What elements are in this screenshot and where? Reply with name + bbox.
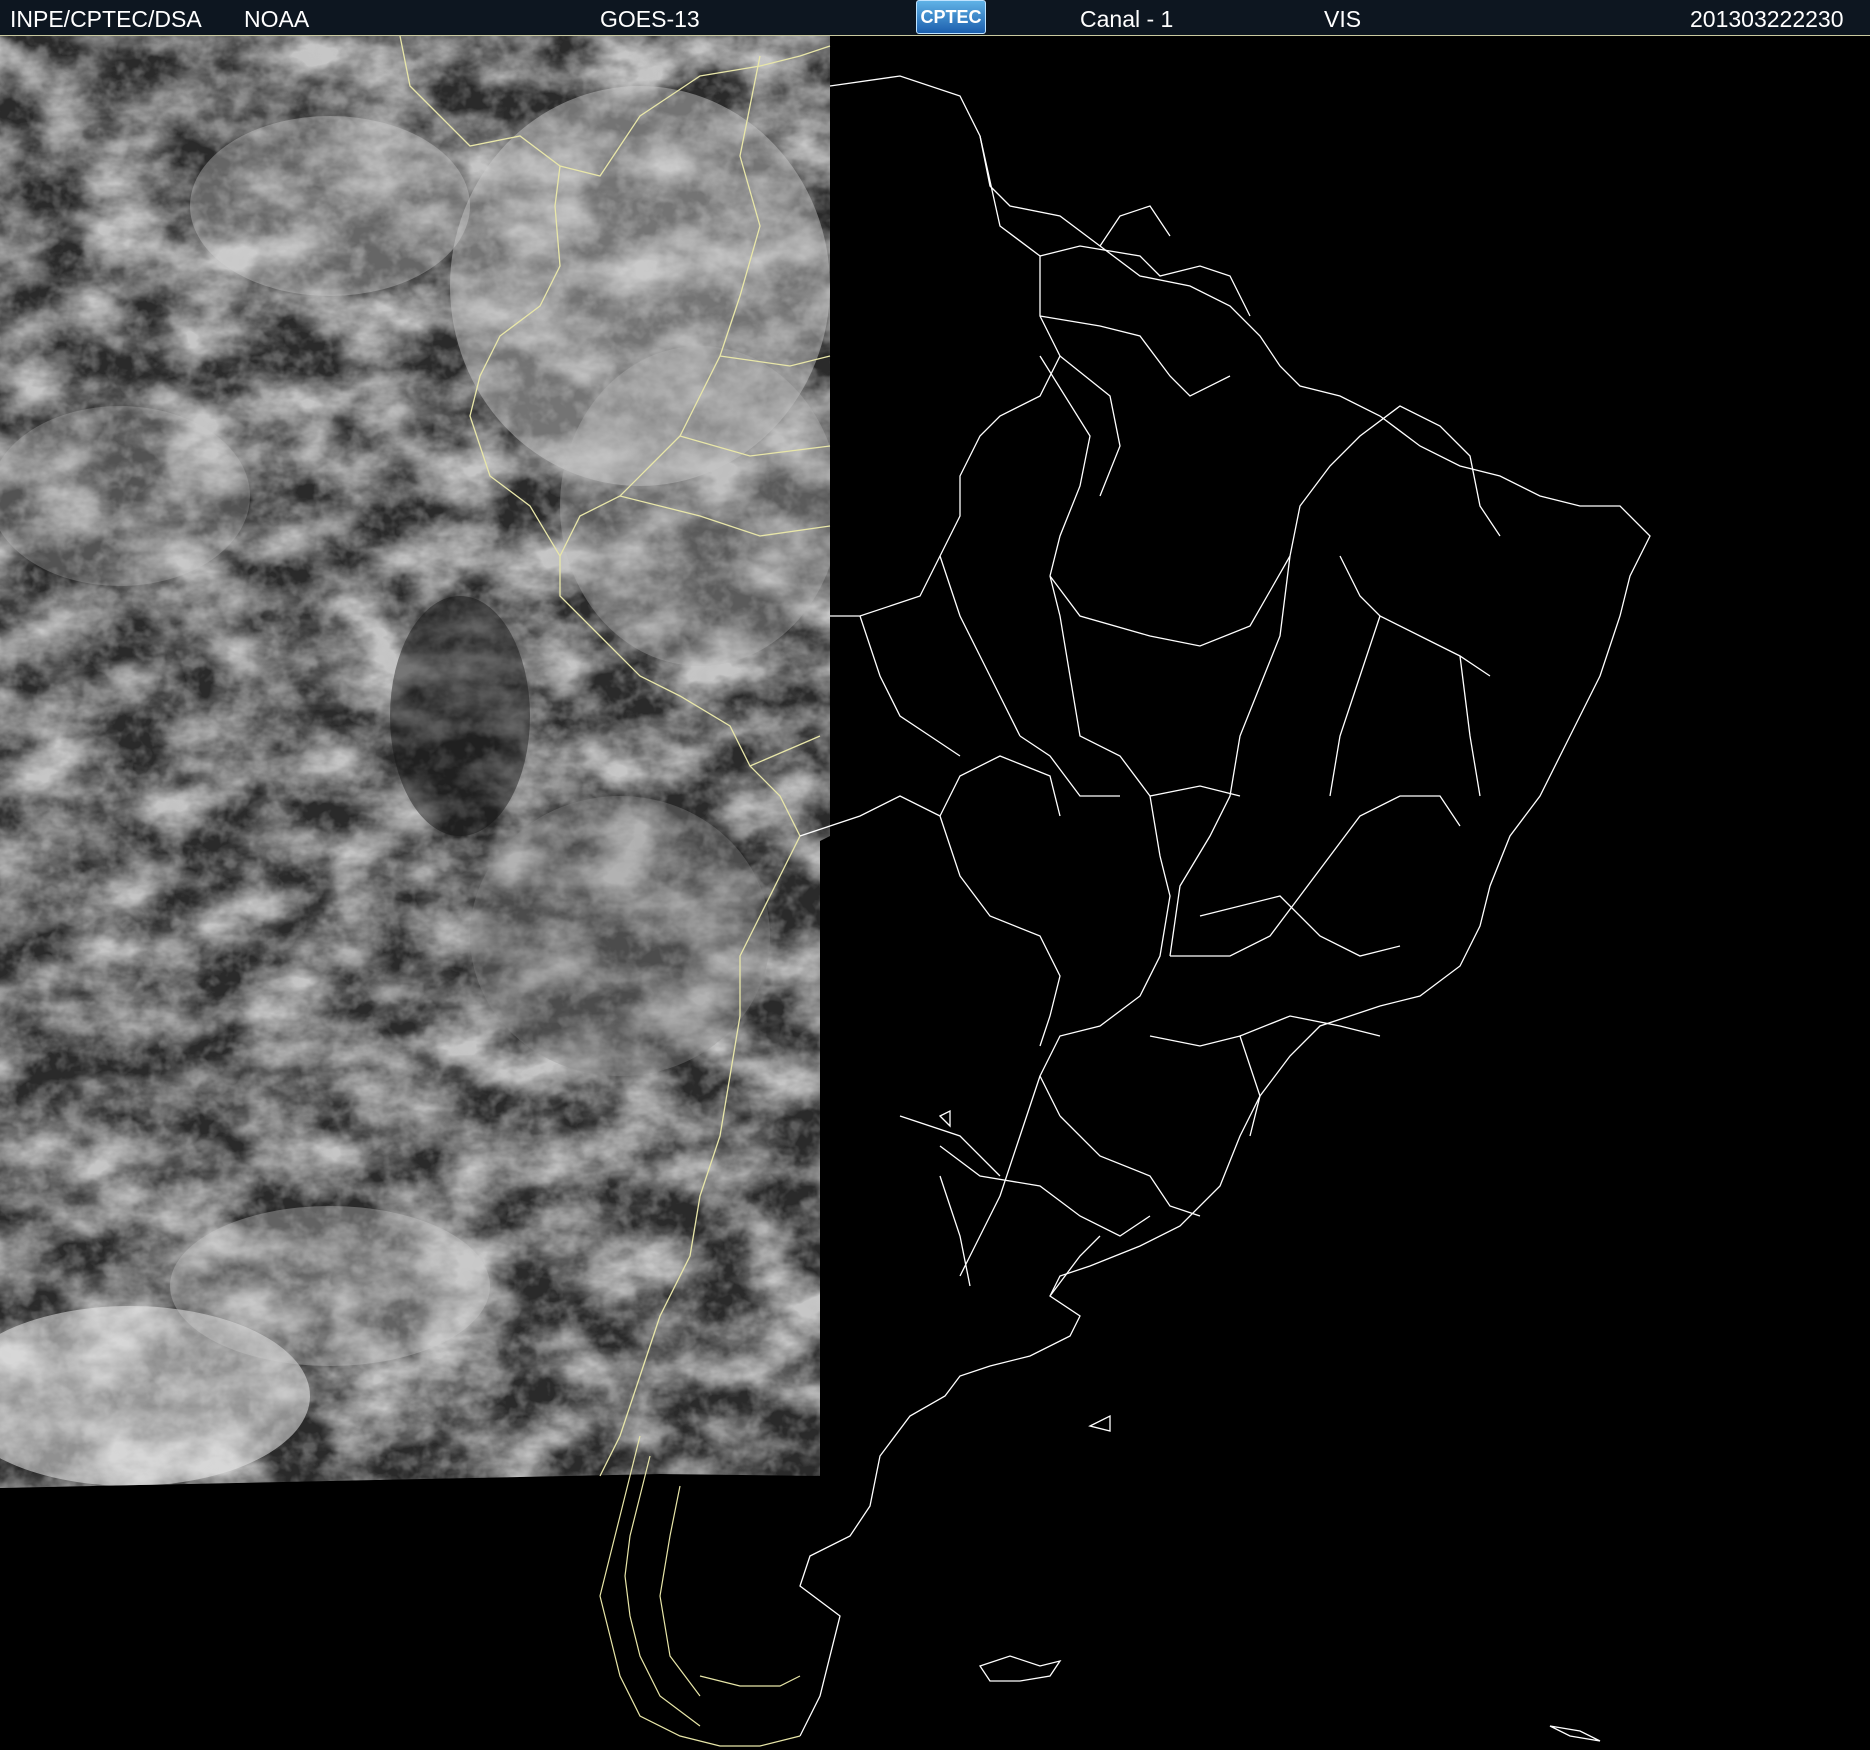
map-svg (0, 36, 1870, 1750)
band-label: VIS (1324, 6, 1362, 32)
channel-label: Canal - 1 (1080, 6, 1174, 32)
satellite-map (0, 36, 1870, 1750)
timestamp-label: 201303222230 (1690, 6, 1844, 32)
header-bar: INPE/CPTEC/DSA NOAA GOES-13 CPTEC Canal … (0, 0, 1870, 36)
source-label: NOAA (244, 6, 310, 32)
agency-label: INPE/CPTEC/DSA (10, 6, 202, 32)
logo-text: CPTEC (920, 7, 982, 27)
cptec-logo: CPTEC (916, 0, 986, 34)
satellite-label: GOES-13 (600, 6, 700, 32)
daylit-cloud-imagery (0, 36, 830, 1488)
